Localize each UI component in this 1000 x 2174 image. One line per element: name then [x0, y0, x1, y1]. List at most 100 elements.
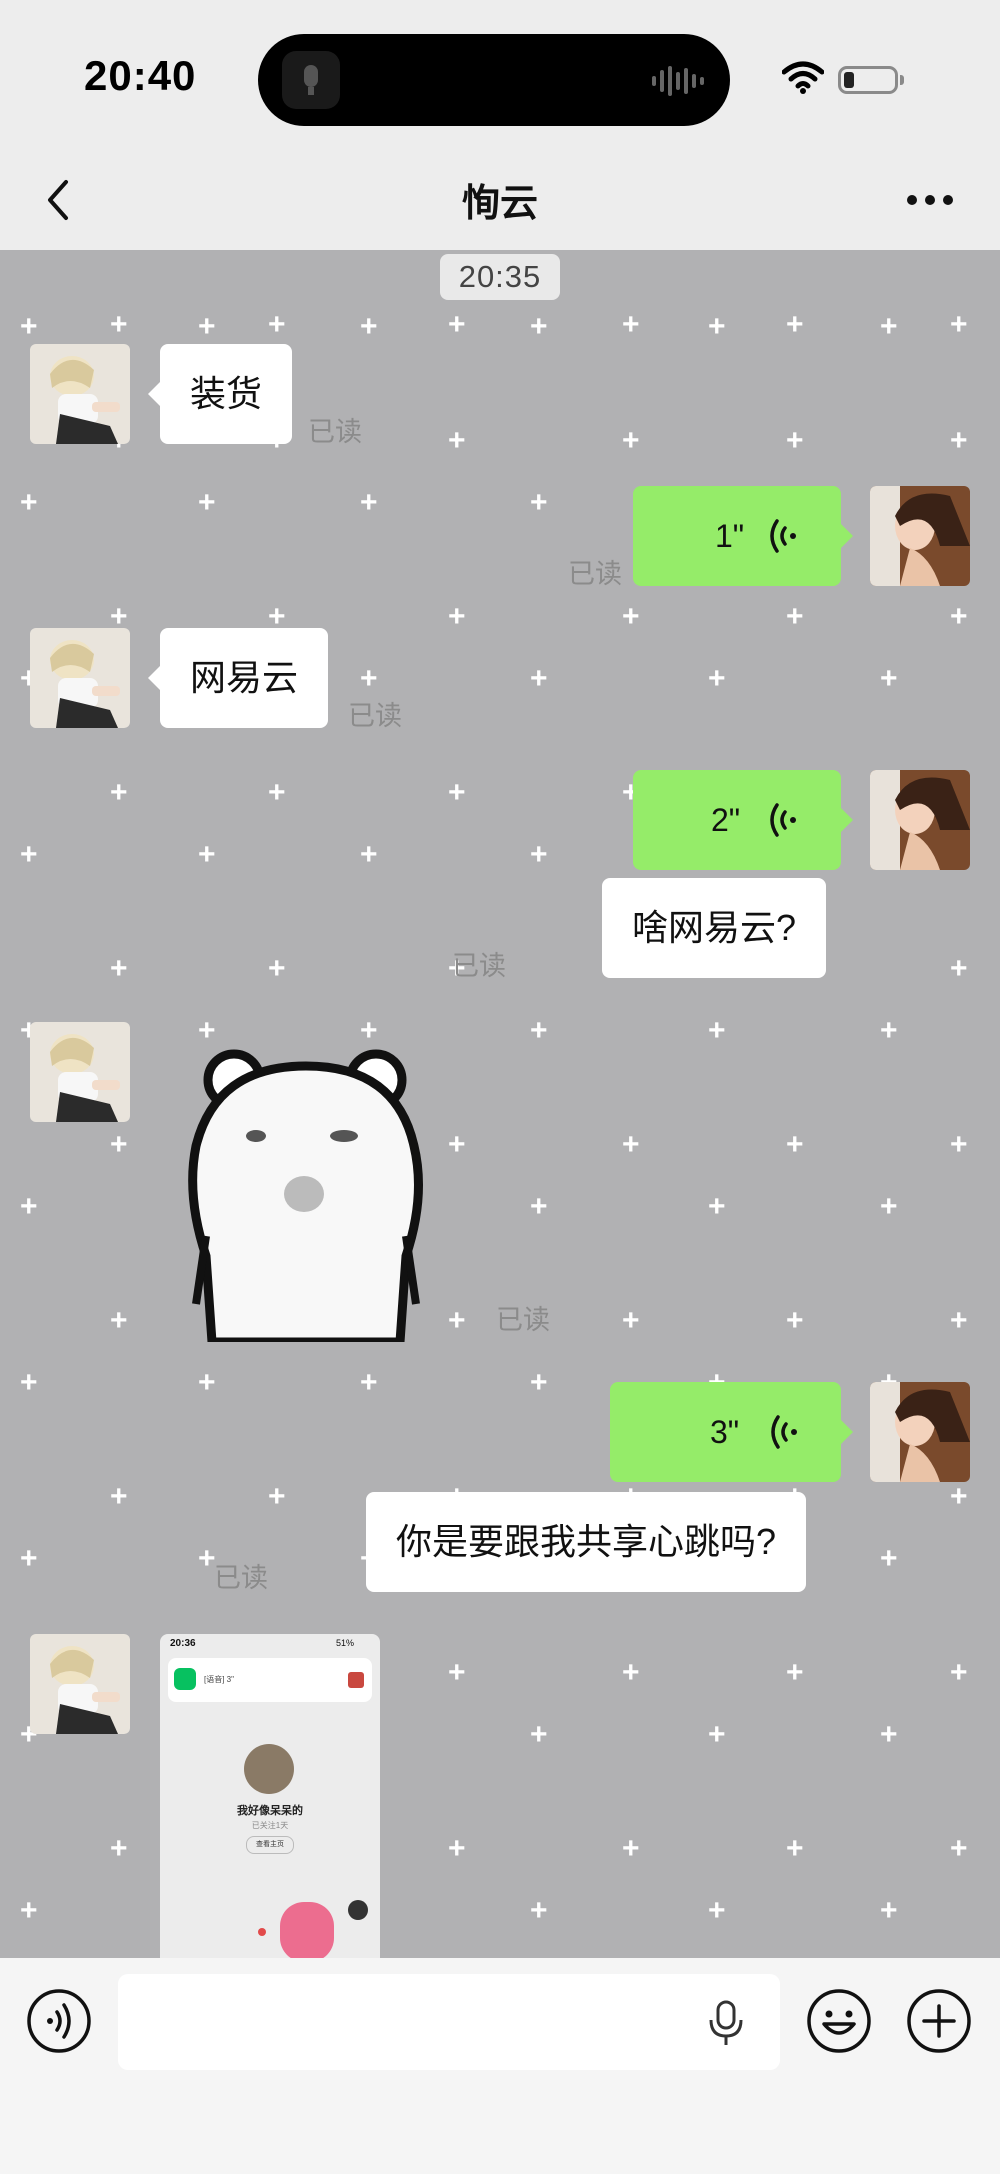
- read-receipt: 已读: [214, 1563, 268, 1593]
- wallpaper-plus: +: [448, 1832, 466, 1865]
- wallpaper-plus: +: [110, 1832, 128, 1865]
- wallpaper-plus: +: [110, 1480, 128, 1513]
- wallpaper-plus: +: [786, 600, 804, 633]
- wallpaper-plus: +: [110, 776, 128, 809]
- wallpaper-plus: +: [198, 838, 216, 871]
- wallpaper-plus: +: [530, 662, 548, 695]
- wallpaper-plus: +: [110, 1304, 128, 1337]
- avatar-contact[interactable]: [30, 628, 130, 728]
- wallpaper-plus: +: [530, 1894, 548, 1927]
- wallpaper-plus: +: [20, 1366, 38, 1399]
- chat-title: 恂云: [461, 183, 538, 225]
- wallpaper-plus: +: [880, 1190, 898, 1223]
- wallpaper-plus: +: [950, 1304, 968, 1337]
- bubble-tail: [841, 1420, 853, 1444]
- microphone-icon[interactable]: [706, 1998, 746, 2048]
- wallpaper-plus: +: [20, 486, 38, 519]
- battery-icon: [838, 66, 898, 94]
- emoji-icon[interactable]: [806, 1988, 872, 2054]
- wallpaper-plus: +: [880, 1894, 898, 1927]
- wallpaper-plus: +: [530, 1014, 548, 1047]
- thumb-notice-text: [语音] 3": [204, 1675, 234, 1684]
- thumb-notification: [语音] 3": [168, 1658, 372, 1702]
- wallpaper-plus: +: [950, 424, 968, 457]
- thumb-status: 51%: [336, 1638, 355, 1648]
- wallpaper-plus: +: [110, 308, 128, 341]
- avatar-contact[interactable]: [30, 1022, 130, 1122]
- voice-message-out[interactable]: 2": [633, 770, 853, 870]
- wallpaper-plus: +: [530, 838, 548, 871]
- wallpaper-plus: +: [198, 486, 216, 519]
- message-bubble-in[interactable]: 装货: [148, 344, 293, 444]
- wechat-icon: [174, 1668, 196, 1690]
- wallpaper-plus: +: [448, 776, 466, 809]
- avatar-contact[interactable]: [30, 1634, 130, 1734]
- message-bubble-out[interactable]: 啥网易云?: [602, 878, 827, 978]
- wallpaper-plus: +: [20, 310, 38, 343]
- thumb-avatar-self: [348, 1900, 368, 1920]
- wallpaper-plus: +: [622, 424, 640, 457]
- wallpaper-plus: +: [360, 662, 378, 695]
- wallpaper-plus: +: [622, 308, 640, 341]
- message-bubble-out[interactable]: 你是要跟我共享心跳吗?: [366, 1492, 807, 1592]
- voice-duration: 2": [711, 802, 741, 838]
- wallpaper-plus: +: [786, 424, 804, 457]
- wallpaper-plus: +: [786, 1656, 804, 1689]
- dynamic-island: [258, 34, 730, 126]
- wallpaper-plus: +: [880, 1014, 898, 1047]
- message-text: 网易云: [190, 657, 299, 698]
- wallpaper-plus: +: [20, 1894, 38, 1927]
- wallpaper-plus: +: [268, 308, 286, 341]
- read-receipt: 已读: [496, 1305, 550, 1335]
- image-message-screenshot[interactable]: 20:36 51% [语音] 3" 我好像呆呆的 已关注1天 查看主页: [160, 1634, 380, 1958]
- avatar-self[interactable]: [870, 486, 970, 586]
- wallpaper-plus: +: [880, 1718, 898, 1751]
- add-icon[interactable]: [906, 1988, 972, 2054]
- audio-wave-icon: [652, 66, 704, 96]
- wallpaper-plus: +: [880, 1542, 898, 1575]
- bubble-tail: [148, 666, 160, 690]
- wallpaper-plus: +: [708, 1014, 726, 1047]
- avatar-contact[interactable]: [30, 344, 130, 444]
- message-input[interactable]: [118, 1974, 780, 2070]
- voice-message-out[interactable]: 1": [633, 486, 853, 586]
- avatar-self[interactable]: [870, 1382, 970, 1482]
- voice-mode-icon[interactable]: [26, 1988, 92, 2054]
- wallpaper-plus: +: [530, 310, 548, 343]
- read-receipt: 已读: [452, 951, 506, 981]
- voice-wave-icon: [770, 519, 796, 553]
- voice-message-out[interactable]: 3": [610, 1382, 853, 1482]
- wallpaper-plus: +: [530, 1718, 548, 1751]
- wallpaper-plus: +: [198, 1542, 216, 1575]
- pink-sticker-icon: [280, 1902, 334, 1958]
- wallpaper-plus: +: [360, 310, 378, 343]
- thumb-red-dot: [258, 1928, 266, 1936]
- wallpaper-plus: +: [786, 1832, 804, 1865]
- voice-wave-icon: [771, 1415, 797, 1449]
- wallpaper-plus: +: [786, 308, 804, 341]
- wallpaper-plus: +: [110, 952, 128, 985]
- wallpaper-plus: +: [448, 600, 466, 633]
- wifi-icon: [782, 61, 824, 94]
- voice-duration: 3": [710, 1414, 740, 1450]
- wallpaper-plus: +: [880, 310, 898, 343]
- message-bubble-in[interactable]: 网易云: [148, 628, 329, 728]
- wallpaper-plus: +: [110, 1128, 128, 1161]
- wallpaper-plus: +: [448, 424, 466, 457]
- wallpaper-plus: +: [950, 1832, 968, 1865]
- wallpaper-plus: +: [448, 1304, 466, 1337]
- read-receipt: 已读: [308, 417, 362, 447]
- wallpaper-plus: +: [20, 1190, 38, 1223]
- more-dots-icon[interactable]: [900, 180, 960, 220]
- wallpaper-plus: +: [786, 1128, 804, 1161]
- message-timestamp: 20:35: [440, 254, 560, 300]
- chat-area[interactable]: + + + + + + + + + + + + + + + + + + + + + + + + + + + + + + + + + + + + + + + +…: [0, 250, 1000, 1958]
- avatar-self[interactable]: [870, 770, 970, 870]
- nav-bar: 恂云: [0, 150, 1000, 250]
- white-bear-sticker[interactable]: [176, 1036, 436, 1342]
- wallpaper-plus: +: [708, 1190, 726, 1223]
- wallpaper-plus: +: [622, 600, 640, 633]
- voice-duration: 1": [715, 518, 745, 554]
- wallpaper-plus: +: [786, 1304, 804, 1337]
- message-text: 你是要跟我共享心跳吗?: [396, 1521, 777, 1562]
